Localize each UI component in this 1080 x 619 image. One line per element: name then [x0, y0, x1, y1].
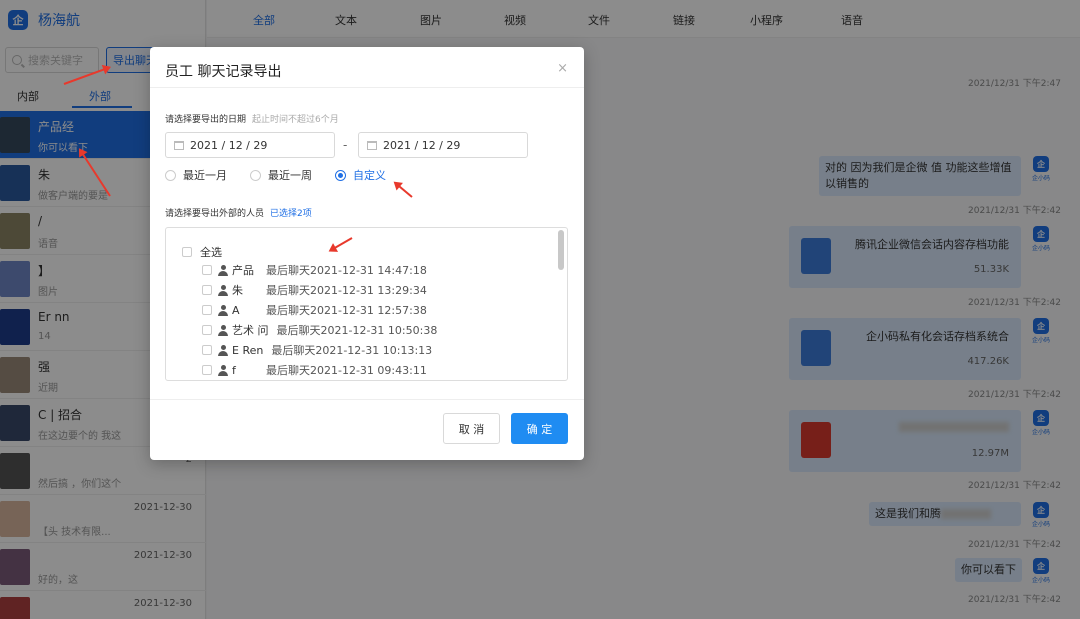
member-row[interactable]: 产品 最后聊天2021-12-31 14:47:18	[218, 263, 427, 277]
member-name: E Ren	[232, 343, 264, 357]
end-date-input[interactable]: 2021 / 12 / 29	[358, 132, 528, 158]
member-row[interactable]: A 最后聊天2021-12-31 12:57:38	[218, 303, 427, 317]
member-last-chat: 最后聊天2021-12-31 09:43:11	[266, 364, 427, 377]
member-name: A	[232, 303, 240, 317]
member-row[interactable]: 朱 最后聊天2021-12-31 13:29:34	[218, 283, 427, 297]
radio-label: 最近一周	[268, 169, 312, 182]
radio-label: 最近一月	[183, 169, 227, 182]
select-all-label[interactable]: 全选	[200, 244, 222, 260]
selected-count: 已选择2项	[270, 209, 312, 219]
close-icon[interactable]: ×	[557, 61, 568, 76]
member-last-chat: 最后聊天2021-12-31 13:29:34	[266, 284, 427, 297]
scrollbar[interactable]	[558, 230, 564, 270]
radio-option[interactable]: 自定义	[335, 167, 386, 183]
member-row[interactable]: E Ren 最后聊天2021-12-31 10:13:13	[218, 343, 432, 357]
divider	[150, 399, 584, 400]
member-name: 朱	[232, 284, 243, 297]
user-icon	[218, 364, 228, 376]
member-checkbox[interactable]	[202, 345, 212, 355]
member-name: 艺术 问	[232, 324, 269, 337]
cancel-button[interactable]: 取 消	[443, 413, 500, 444]
radio-dot	[335, 169, 346, 181]
user-icon	[218, 304, 228, 316]
member-row[interactable]: f 最后聊天2021-12-31 09:43:11	[218, 363, 427, 377]
member-last-chat: 最后聊天2021-12-31 12:57:38	[266, 304, 427, 317]
member-checkbox[interactable]	[202, 285, 212, 295]
user-icon	[218, 344, 228, 356]
member-list: 全选 产品 最后聊天2021-12-31 14:47:18 朱最后聊天2021-12…	[165, 227, 568, 381]
user-icon	[218, 324, 228, 336]
radio-option[interactable]: 最近一月	[165, 167, 227, 183]
member-last-chat: 最后聊天2021-12-31 10:13:13	[271, 344, 433, 357]
member-checkbox[interactable]	[202, 325, 212, 335]
date-label: 请选择要导出的日期 起止时间不超过6个月	[165, 115, 339, 125]
radio-option[interactable]: 最近一周	[250, 167, 312, 183]
member-last-chat: 最后聊天2021-12-31 14:47:18	[266, 264, 427, 277]
user-icon	[218, 284, 228, 296]
member-checkbox[interactable]	[202, 265, 212, 275]
member-label: 请选择要导出外部的人员 已选择2项	[165, 209, 312, 219]
start-date-input[interactable]: 2021 / 12 / 29	[165, 132, 335, 158]
select-all-checkbox[interactable]	[182, 247, 192, 257]
export-dialog: 员工 聊天记录导出 × 请选择要导出的日期 起止时间不超过6个月 2021 / 1…	[150, 47, 584, 460]
calendar-icon	[367, 140, 377, 150]
radio-dot	[165, 169, 176, 181]
date-separator: -	[343, 138, 348, 152]
member-checkbox[interactable]	[202, 365, 212, 375]
member-name: f	[232, 363, 236, 377]
radio-label: 自定义	[353, 169, 386, 182]
member-last-chat: 最后聊天2021-12-31 10:50:38	[276, 324, 438, 337]
dialog-title: 员工 聊天记录导出	[165, 64, 282, 80]
member-name: 产品	[232, 264, 254, 277]
user-icon	[218, 264, 228, 276]
radio-dot	[250, 169, 261, 181]
date-hint: 起止时间不超过6个月	[252, 115, 339, 125]
divider	[150, 87, 584, 88]
confirm-button[interactable]: 确 定	[511, 413, 568, 444]
member-checkbox[interactable]	[202, 305, 212, 315]
calendar-icon	[174, 140, 184, 150]
member-row[interactable]: 艺术 问最后聊天2021-12-31 10:50:38	[218, 323, 437, 337]
